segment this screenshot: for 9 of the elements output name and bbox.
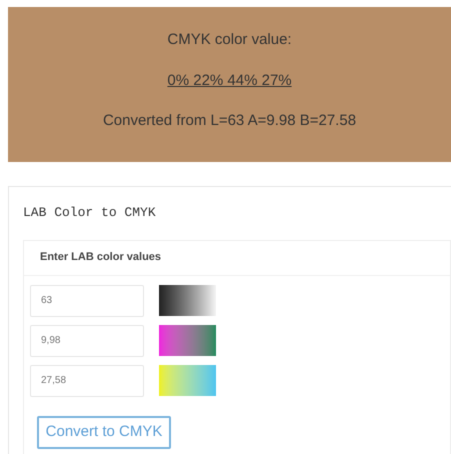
- panel-title: LAB Color to CMYK: [23, 204, 157, 222]
- lab-value-field[interactable]: 63: [30, 284, 144, 316]
- convert-button[interactable]: Convert to CMYK: [37, 416, 171, 448]
- result-heading: CMYK color value:: [167, 30, 292, 50]
- card-header: Enter LAB color values: [24, 240, 450, 276]
- lab-value-field[interactable]: 27,58: [30, 364, 144, 396]
- cmyk-value-link[interactable]: 0% 22% 44% 27%: [167, 70, 292, 92]
- conversion-source: Converted from L=63 A=9.98 B=27.58: [102, 111, 356, 131]
- lab-value-field[interactable]: 9,98: [30, 324, 144, 356]
